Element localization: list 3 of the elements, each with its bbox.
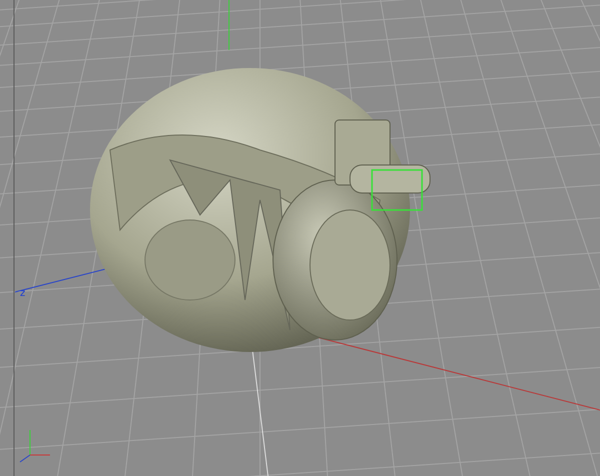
axis-label: z xyxy=(20,289,26,299)
axis-line xyxy=(228,0,230,50)
axis-gizmo-icon xyxy=(20,430,50,462)
